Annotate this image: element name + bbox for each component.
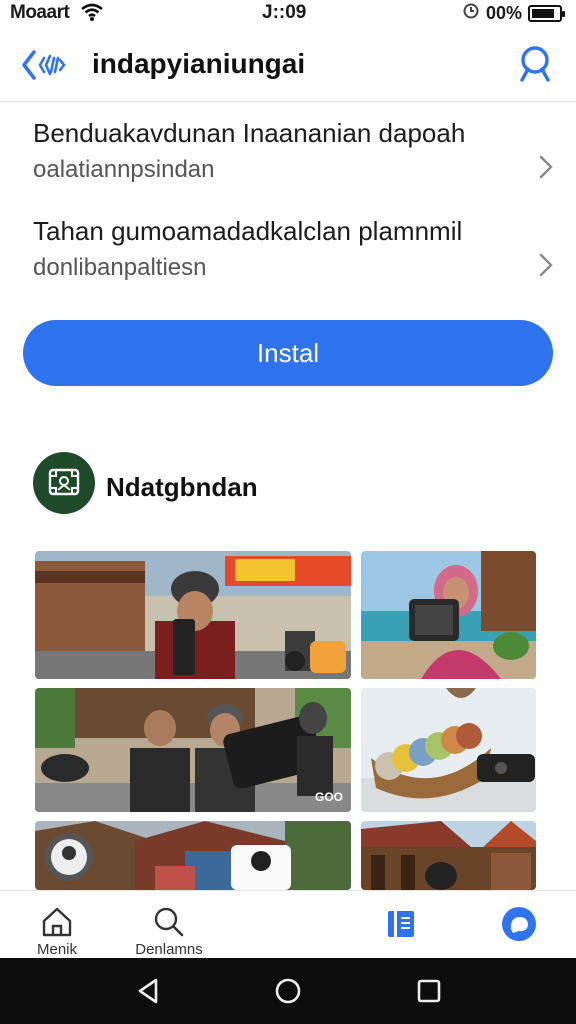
photo-men-phone[interactable]: GOO bbox=[35, 688, 351, 812]
bottom-tab-bar: Menik Denlamns bbox=[0, 890, 576, 958]
photo-street-rider[interactable] bbox=[35, 551, 351, 679]
photo-woman-device[interactable] bbox=[361, 551, 536, 679]
recents-square-icon[interactable] bbox=[414, 976, 444, 1006]
section-title: Ndatgbndan bbox=[106, 472, 258, 502]
tab-label: Menik bbox=[36, 941, 77, 958]
photo-wooden-houses[interactable] bbox=[361, 821, 536, 890]
avatar[interactable] bbox=[33, 452, 95, 514]
chevron-right-icon bbox=[539, 155, 553, 179]
battery-icon bbox=[528, 5, 565, 22]
home-circle-icon[interactable] bbox=[273, 976, 303, 1006]
info-row-1[interactable]: Benduakavdunan Inaananian dapoah oalatia… bbox=[0, 110, 576, 200]
row-title: Tahan gumoamadadkalclan plamnmil bbox=[33, 216, 463, 246]
gallery-frame-icon bbox=[48, 468, 80, 496]
battery-percent: 00% bbox=[485, 3, 522, 23]
photo-basket-items[interactable] bbox=[361, 688, 536, 812]
tab-search[interactable]: Denlamns bbox=[126, 891, 212, 959]
page-title: indapyianiungai bbox=[92, 48, 306, 79]
alarm-icon bbox=[462, 2, 480, 25]
photo-village-street[interactable] bbox=[35, 821, 351, 890]
back-chevron-icon bbox=[22, 50, 66, 80]
row-title: Benduakavdunan Inaananian dapoah bbox=[33, 118, 466, 148]
wifi-icon bbox=[80, 2, 104, 27]
search-icon bbox=[154, 907, 184, 937]
chat-bubble-icon bbox=[502, 907, 536, 941]
tab-home[interactable]: Menik bbox=[22, 891, 92, 959]
install-button[interactable]: Instal bbox=[23, 320, 553, 386]
row-subtitle: oalatiannpsindan bbox=[33, 156, 215, 183]
tab-label: Denlamns bbox=[135, 941, 203, 958]
status-bar: Moaart J::09 00% bbox=[0, 0, 576, 26]
back-button[interactable] bbox=[20, 46, 74, 84]
home-icon bbox=[42, 907, 72, 937]
info-row-2[interactable]: Tahan gumoamadadkalclan plamnmil donliba… bbox=[0, 208, 576, 298]
photo-overlay-text: GOO bbox=[314, 790, 343, 804]
search-icon bbox=[520, 46, 550, 82]
carrier-label: Moaart bbox=[10, 2, 70, 23]
clock: J::09 bbox=[262, 2, 307, 23]
back-triangle-icon[interactable] bbox=[134, 976, 164, 1006]
system-nav-bar bbox=[0, 958, 576, 1024]
search-button[interactable] bbox=[516, 44, 556, 84]
app-header: indapyianiungai bbox=[0, 30, 576, 102]
tab-library[interactable] bbox=[378, 891, 424, 959]
tab-messages[interactable] bbox=[496, 891, 542, 959]
chevron-right-icon bbox=[539, 253, 553, 277]
book-icon bbox=[388, 911, 414, 937]
row-subtitle: donlibanpaltiesn bbox=[33, 254, 207, 281]
